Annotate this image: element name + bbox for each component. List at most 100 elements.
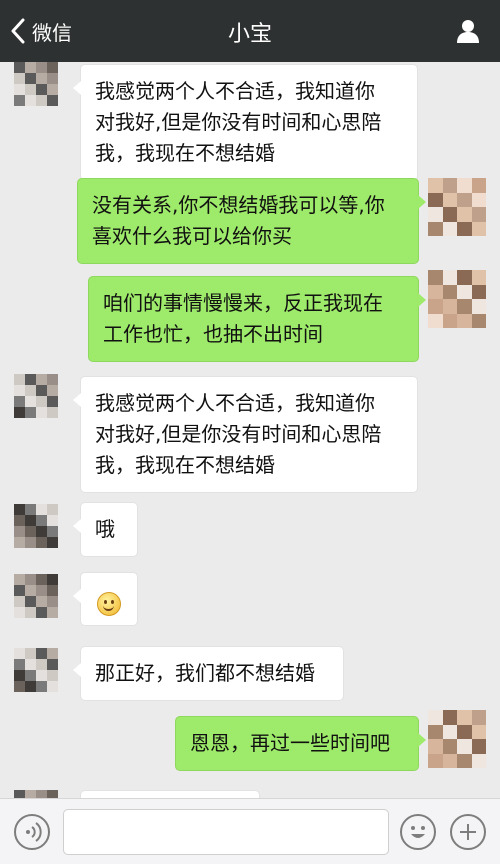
avatar-pixel [14,681,25,692]
message-line: 没有关系,你不想结婚我可以等,你 [92,193,385,217]
input-bar [0,798,500,864]
avatar-pixel [36,596,47,607]
avatar-pixel [36,574,47,585]
avatar-pixel [428,739,443,754]
avatar-pixel [25,681,36,692]
avatar-pixel [25,504,36,515]
message-list[interactable]: 我感觉两个人不合适，我知道你 对我好,但是你没有时间和心思陪 我，我现在不想结婚… [0,62,500,798]
my-avatar[interactable] [428,178,486,236]
avatar-pixel [457,724,472,739]
avatar-pixel [36,790,47,798]
incoming-message[interactable] [73,572,138,626]
avatar-pixel [471,270,486,285]
avatar-pixel [14,648,25,659]
avatar-pixel [14,84,25,95]
avatar-pixel [36,374,47,385]
avatar-pixel [428,221,443,236]
avatar-pixel [14,504,25,515]
avatar-pixel [36,670,47,681]
avatar-pixel [25,396,36,407]
avatar-pixel [442,192,457,207]
avatar-pixel [14,62,25,73]
incoming-message[interactable] [80,790,260,798]
avatar-pixel [471,192,486,207]
message-line: 我感觉两个人不合适，我知道你 [95,79,375,103]
outgoing-message[interactable]: 咱们的事情慢慢来，反正我现在 工作也忙，也抽不出时间 [88,276,426,362]
avatar-pixel [36,407,47,418]
avatar-pixel [442,739,457,754]
contact-avatar[interactable] [14,504,58,548]
avatar-pixel [457,192,472,207]
avatar-pixel [14,596,25,607]
contact-avatar[interactable] [14,374,58,418]
person-icon [457,20,479,43]
incoming-message[interactable]: 我感觉两个人不合适，我知道你 对我好,但是你没有时间和心思陪 我，我现在不想结婚 [73,64,418,181]
avatar-pixel [25,407,36,418]
contact-avatar[interactable] [14,574,58,618]
voice-button[interactable] [14,814,50,850]
avatar-pixel [36,504,47,515]
avatar-pixel [457,313,472,328]
avatar-pixel [471,753,486,768]
avatar-pixel [457,207,472,222]
incoming-message[interactable]: 那正好，我们都不想结婚 [73,646,344,701]
avatar-pixel [47,504,58,515]
contact-avatar[interactable] [14,648,58,692]
my-avatar[interactable] [428,270,486,328]
avatar-pixel [25,526,36,537]
avatar-pixel [47,407,58,418]
avatar-pixel [14,515,25,526]
avatar-pixel [14,374,25,385]
avatar-pixel [14,407,25,418]
avatar-pixel [457,270,472,285]
avatar-pixel [471,299,486,314]
avatar-pixel [47,681,58,692]
incoming-message[interactable]: 哦 [73,502,138,557]
message-line: 我感觉两个人不合适，我知道你 [95,391,375,415]
avatar-pixel [36,95,47,106]
outgoing-message[interactable]: 恩恩，再过一些时间吧 [175,716,426,771]
avatar-pixel [47,537,58,548]
avatar-pixel [457,739,472,754]
incoming-message[interactable]: 我感觉两个人不合适，我知道你 对我好,但是你没有时间和心思陪 我，我现在不想结婚 [73,376,418,493]
message-line: 我，我现在不想结婚 [95,453,275,477]
avatar-pixel [25,585,36,596]
avatar-pixel [442,753,457,768]
more-button[interactable] [450,814,486,850]
avatar-pixel [14,537,25,548]
avatar-pixel [47,385,58,396]
avatar-pixel [14,790,25,798]
my-avatar[interactable] [428,710,486,768]
plus-icon [460,824,476,840]
message-line: 我，我现在不想结婚 [95,141,275,165]
avatar-pixel [428,270,443,285]
avatar-pixel [47,374,58,385]
avatar-pixel [36,648,47,659]
avatar-pixel [14,95,25,106]
avatar-pixel [36,62,47,73]
outgoing-message[interactable]: 没有关系,你不想结婚我可以等,你 喜欢什么我可以给你买 [77,178,426,264]
avatar-pixel [442,270,457,285]
avatar-pixel [442,313,457,328]
message-input[interactable] [63,809,389,855]
message-line: 咱们的事情慢慢来，反正我现在 [103,291,383,315]
avatar-pixel [36,526,47,537]
avatar-pixel [471,724,486,739]
contact-info-button[interactable] [454,17,482,45]
avatar-pixel [428,178,443,193]
contact-avatar[interactable] [14,62,58,106]
avatar-pixel [47,670,58,681]
emoji-button[interactable] [400,814,436,850]
message-line: 喜欢什么我可以给你买 [92,224,292,248]
avatar-pixel [428,313,443,328]
message-line: 恩恩，再过一些时间吧 [190,731,390,755]
contact-avatar[interactable] [14,790,58,798]
avatar-pixel [471,710,486,725]
avatar-pixel [47,596,58,607]
avatar-pixel [25,670,36,681]
avatar-pixel [36,659,47,670]
avatar-pixel [47,585,58,596]
avatar-pixel [47,659,58,670]
avatar-pixel [47,73,58,84]
chat-title: 小宝 [227,22,272,47]
